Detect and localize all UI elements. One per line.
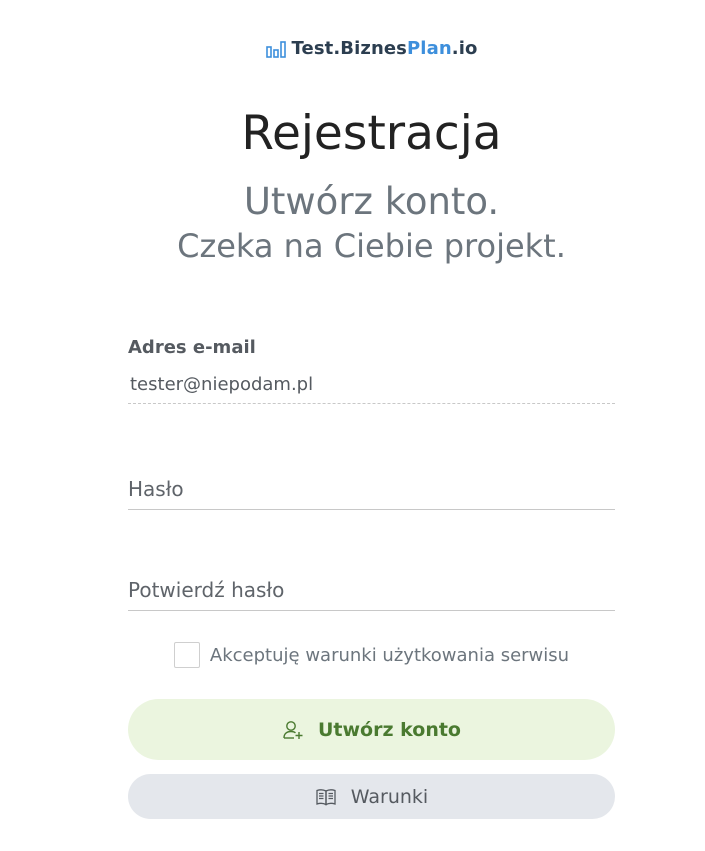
confirm-password-input[interactable] [128,569,615,611]
terms-label[interactable]: Akceptuję warunki użytkowania serwisu [210,645,569,666]
email-input[interactable] [128,366,615,404]
create-account-button[interactable]: Utwórz konto [128,699,615,760]
book-icon [316,788,336,806]
page-subtitle-1: Utwórz konto. [243,180,500,223]
logo-text-tail: .io [451,38,478,59]
logo[interactable]: Test.BiznesPlan.io [0,38,705,59]
terms-checkbox[interactable] [173,642,200,668]
terms-row: Akceptuję warunki użytkowania serwisu [0,642,705,668]
email-label: Adres e-mail [128,337,256,358]
page-title: Rejestracja [241,106,502,161]
password-input[interactable] [128,468,615,510]
add-user-icon [283,720,303,739]
bar-chart-icon [265,40,286,58]
page-subtitle-2: Czeka na Ciebie projekt. [177,227,566,265]
logo-text: Test.BiznesPlan.io [292,38,478,59]
terms-button-label: Warunki [350,785,429,808]
terms-button[interactable]: Warunki [128,774,615,819]
logo-text-accent: Plan [407,38,452,59]
create-account-label: Utwórz konto [317,718,461,741]
registration-page: Test.BiznesPlan.io Rejestracja Utwórz ko… [0,0,705,851]
logo-text-main: Test.Biznes [291,38,408,59]
